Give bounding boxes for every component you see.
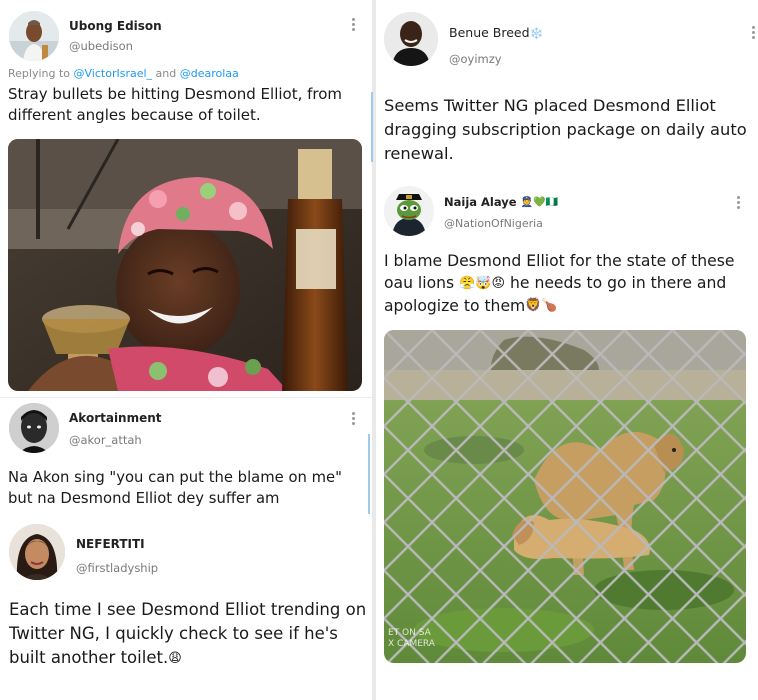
display-name[interactable]: NEFERTITI [76,537,145,551]
tweet-naija-alaye[interactable]: Naija Alaye 👮💚🇳🇬 @NationOfNigeria I blam… [376,180,758,700]
tweet-text: Each time I see Desmond Elliot trending … [9,600,367,667]
tweet-text-container: Each time I see Desmond Elliot trending … [9,598,371,671]
more-options-icon[interactable] [752,26,756,40]
more-options-icon[interactable] [737,196,741,210]
more-options-icon[interactable] [352,18,356,32]
avatar-photo-icon [384,12,438,66]
tweet-ubong-edison[interactable]: Ubong Edison @ubedison Replying to @Vict… [0,0,372,395]
display-name[interactable]: Benue Breed❄️ [449,25,543,40]
thread-line [371,92,373,162]
display-name[interactable]: Ubong Edison [69,19,162,33]
tweet-image[interactable]: ET ON SA X CAMERA [384,330,746,663]
avatar[interactable] [384,12,438,66]
reply-mention-1[interactable]: @VictorIsrael_ [74,67,153,80]
display-name[interactable]: Naija Alaye 👮💚🇳🇬 [444,195,558,209]
user-handle[interactable]: @firstladyship [76,561,158,575]
replying-to: Replying to @VictorIsrael_ and @dearolaa [8,67,239,80]
display-name-text[interactable]: Naija Alaye [444,195,517,209]
snowflake-emoji-icon: ❄️ [529,27,544,40]
left-column: Ubong Edison @ubedison Replying to @Vict… [0,0,372,700]
avatar[interactable] [9,11,59,61]
reply-prefix: Replying to [8,67,74,80]
display-name[interactable]: Akortainment [69,411,162,425]
display-name-text[interactable]: Benue Breed [449,25,530,40]
image-man-with-glass-icon [8,139,362,391]
thread-line [368,434,370,514]
avatar[interactable] [9,403,59,453]
avatar-pepe-police-icon [384,186,434,236]
photo-watermark: ET ON SA X CAMERA [388,628,436,649]
angry-emojis-icon: 😤🤯😡 [459,275,506,291]
reply-and: and [152,67,180,80]
image-lions-behind-fence-icon: ET ON SA X CAMERA [384,330,746,663]
avatar-photo-icon [9,11,59,61]
tweet-image[interactable] [8,139,362,391]
tweet-benue-breed[interactable]: Benue Breed❄️ @oyimzy Seems Twitter NG p… [376,0,758,180]
tweet-nefertiti[interactable]: NEFERTITI @firstladyship Each time I see… [0,518,372,700]
user-handle[interactable]: @oyimzy [449,52,502,66]
user-handle[interactable]: @NationOfNigeria [444,217,543,230]
lion-drumstick-emojis-icon: 🦁🍗 [525,298,558,313]
weary-face-emoji-icon: 😩 [168,650,182,666]
user-handle[interactable]: @ubedison [69,39,133,53]
reply-mention-2[interactable]: @dearolaa [180,67,239,80]
right-column: Benue Breed❄️ @oyimzy Seems Twitter NG p… [371,0,758,700]
user-handle[interactable]: @akor_attah [69,433,142,447]
tweet-text: Seems Twitter NG placed Desmond Elliot d… [384,96,747,163]
avatar[interactable] [384,186,434,236]
avatar[interactable] [9,524,65,580]
tweet-akortainment[interactable]: Akortainment @akor_attah Na Akon sing "y… [0,398,372,516]
avatar-photo-icon [9,403,59,453]
name-emojis-icon: 👮💚🇳🇬 [520,197,558,208]
more-options-icon[interactable] [352,412,356,426]
tweet-text: Stray bullets be hitting Desmond Elliot,… [8,85,343,124]
tweet-text-container: I blame Desmond Elliot for the state of … [384,250,744,317]
avatar-photo-icon [9,524,65,580]
tweet-text: Na Akon sing "you can put the blame on m… [8,469,342,507]
